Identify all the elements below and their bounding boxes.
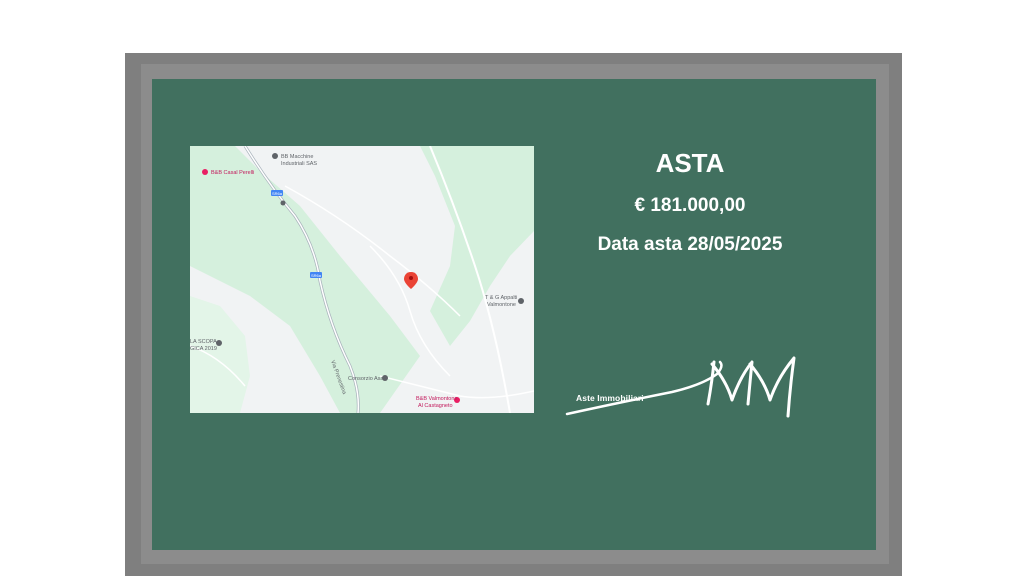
location-pin-dot [409, 276, 413, 280]
location-pin-icon[interactable] [404, 272, 418, 289]
map-label-bb-macchine-2: Industriali SAS [281, 161, 317, 167]
map-canvas: BB Macchine Industriali SAS B&B Casal Pe… [190, 146, 534, 413]
auction-date: Data asta 28/05/2025 [597, 234, 783, 255]
map-label-bb-valmontone-2: Al Castagneto [418, 403, 453, 409]
location-map[interactable]: BB Macchine Industriali SAS B&B Casal Pe… [190, 146, 534, 413]
aste-immobiliari-logo [565, 356, 796, 418]
map-label-bb-macchine: BB Macchine [281, 154, 313, 160]
map-label-appalti-2: Valmontone [487, 302, 516, 308]
listing-title: ASTA [655, 148, 725, 178]
map-label-consorzio: Consorzio Asa [348, 376, 384, 382]
logo-swoosh [565, 360, 723, 416]
logo-caption: Aste Immobiliari [576, 393, 644, 403]
park-area-southwest [190, 296, 250, 413]
map-label-la-scopa-2: GICA 2019 [190, 346, 217, 352]
poi-appalti-icon[interactable] [518, 298, 524, 304]
map-label-la-scopa: LA SCOPA [190, 339, 217, 345]
road-badge-b-label: SR6a [311, 273, 322, 278]
road-badge-a-label: SR6a [272, 191, 283, 196]
park-area-east [420, 146, 534, 346]
map-label-bb-valmontone: B&B Valmontone [416, 396, 457, 402]
listing-price: € 181.000,00 [634, 195, 746, 216]
poi-bb-casal-icon[interactable] [202, 169, 208, 175]
bus-stop-icon[interactable] [280, 200, 286, 206]
map-label-bb-casal: B&B Casal Perelli [211, 170, 254, 176]
map-label-appalti: T & G Appalti [485, 295, 517, 301]
poi-bb-macchine-icon[interactable] [272, 153, 278, 159]
